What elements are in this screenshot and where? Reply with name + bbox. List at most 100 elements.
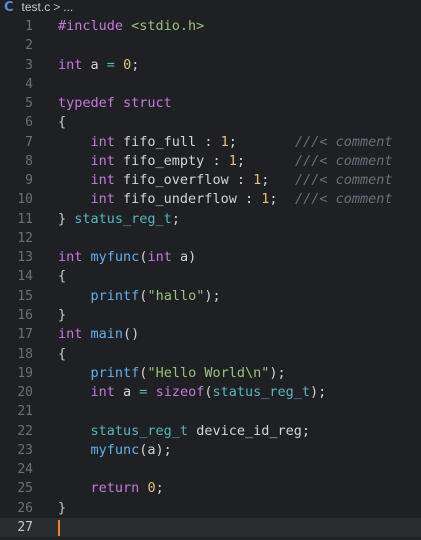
code-token: ); (204, 287, 221, 304)
code-token: "Hello World\n" (147, 364, 270, 381)
chevron-right-icon: > (53, 0, 61, 14)
code-text: } (58, 499, 66, 518)
code-line[interactable]: 19 printf("Hello World\n"); (0, 364, 421, 383)
code-line[interactable]: 20 int a = sizeof(status_reg_t); (0, 383, 421, 402)
line-number: 25 (17, 481, 33, 497)
code-line[interactable]: 4 (0, 75, 421, 94)
line-number: 10 (17, 192, 33, 208)
code-text: status_reg_t device_id_reg; (58, 422, 310, 441)
code-token: : (244, 191, 262, 208)
code-token: int (90, 152, 115, 169)
code-line[interactable]: 17 int main() (0, 325, 421, 344)
code-token: } (58, 499, 67, 516)
code-line[interactable]: 7 int fifo_full : 1; ///< comment (0, 133, 421, 152)
code-token: <stdio.h> (131, 18, 205, 34)
code-comment: ///< comment (295, 172, 393, 189)
code-token: ; (228, 133, 237, 150)
code-token: ; (155, 480, 164, 497)
code-token: int (90, 133, 115, 150)
code-token: a) (171, 249, 197, 266)
code-line[interactable]: 13 int myfunc(int a) (0, 248, 421, 267)
line-number: 23 (17, 442, 33, 458)
code-token: myfunc (90, 249, 140, 266)
code-line[interactable]: 22 status_reg_t device_id_reg; (0, 422, 421, 441)
code-token: int (58, 326, 83, 343)
line-number: 12 (17, 230, 33, 246)
code-line[interactable]: 3 int a = 0; (0, 56, 421, 75)
code-token: status_reg_t (212, 384, 311, 401)
code-token: { (58, 268, 67, 285)
code-text: } status_reg_t; (58, 210, 180, 229)
code-line[interactable]: 1 #include <stdio.h> (0, 17, 421, 36)
code-line[interactable]: 18 { (0, 345, 421, 364)
breadcrumb-symbol[interactable]: ... (63, 0, 73, 14)
code-token: int (90, 384, 115, 401)
line-number: 7 (25, 134, 33, 150)
code-token: fifo_underflow (114, 191, 245, 208)
c-file-icon: C (4, 0, 14, 15)
code-line[interactable]: 27 (0, 517, 421, 538)
code-line[interactable]: 11} status_reg_t; (0, 210, 421, 229)
code-text: int fifo_empty : 1; (58, 152, 245, 171)
code-token: fifo_full (114, 133, 205, 150)
code-text: } (58, 306, 66, 325)
code-token: 1 (228, 152, 237, 169)
code-token: () (123, 326, 140, 343)
code-token: int (90, 172, 115, 189)
code-text: int main() (58, 325, 139, 344)
code-line[interactable]: 16} (0, 306, 421, 325)
code-line[interactable]: 12 (0, 229, 421, 248)
code-token: : (204, 133, 221, 150)
line-number: 21 (17, 404, 33, 420)
code-text: printf("Hello World\n"); (58, 364, 286, 383)
code-line[interactable]: 6{ (0, 113, 421, 132)
code-text: { (58, 113, 66, 132)
line-number: 6 (25, 115, 33, 131)
code-line[interactable]: 2 (0, 36, 421, 55)
code-area[interactable]: 1 #include <stdio.h> 2 3 int a = 0; 4 5 typedef… (0, 17, 421, 538)
code-line[interactable]: 10 int fifo_underflow : 1; ///< comment (0, 190, 421, 209)
breadcrumb-filename[interactable]: test.c (22, 0, 51, 14)
line-number: 14 (17, 269, 33, 285)
code-line[interactable]: 21 (0, 402, 421, 421)
line-number: 15 (17, 288, 33, 304)
code-token: 0 (123, 56, 132, 73)
code-token: printf (90, 287, 140, 304)
line-number: 18 (17, 346, 33, 362)
code-line[interactable]: 8 int fifo_empty : 1; ///< comment (0, 152, 421, 171)
code-line[interactable]: 24 (0, 460, 421, 479)
line-number: 13 (17, 250, 33, 266)
code-line[interactable]: 5 typedef struct (0, 94, 421, 113)
code-line[interactable]: 9 int fifo_overflow : 1; ///< comment (0, 171, 421, 190)
code-editor[interactable]: C test.c > ... 1 #include <stdio.h> 2 3 int … (0, 0, 421, 540)
line-number: 19 (17, 365, 33, 381)
code-comment: ///< comment (295, 152, 393, 169)
code-token: a (114, 384, 140, 401)
code-token: ; (236, 152, 245, 169)
code-line[interactable]: 23 myfunc(a); (0, 441, 421, 460)
code-token: #include (58, 18, 132, 34)
line-number: 22 (17, 423, 33, 439)
code-comment: ///< comment (295, 133, 393, 150)
code-token: ; (269, 191, 278, 208)
code-token: int (58, 249, 83, 266)
code-line[interactable]: 15 printf("hallo"); (0, 287, 421, 306)
code-token: main (90, 326, 124, 343)
code-line[interactable]: 26} (0, 499, 421, 518)
line-number: 27 (17, 519, 33, 535)
code-line[interactable]: 25 return 0; (0, 479, 421, 498)
code-line[interactable]: 14 { (0, 267, 421, 286)
line-number: 8 (25, 153, 33, 169)
code-token: sizeof (155, 384, 205, 401)
code-token: ; (261, 172, 270, 189)
code-text: int fifo_overflow : 1; (58, 171, 270, 190)
